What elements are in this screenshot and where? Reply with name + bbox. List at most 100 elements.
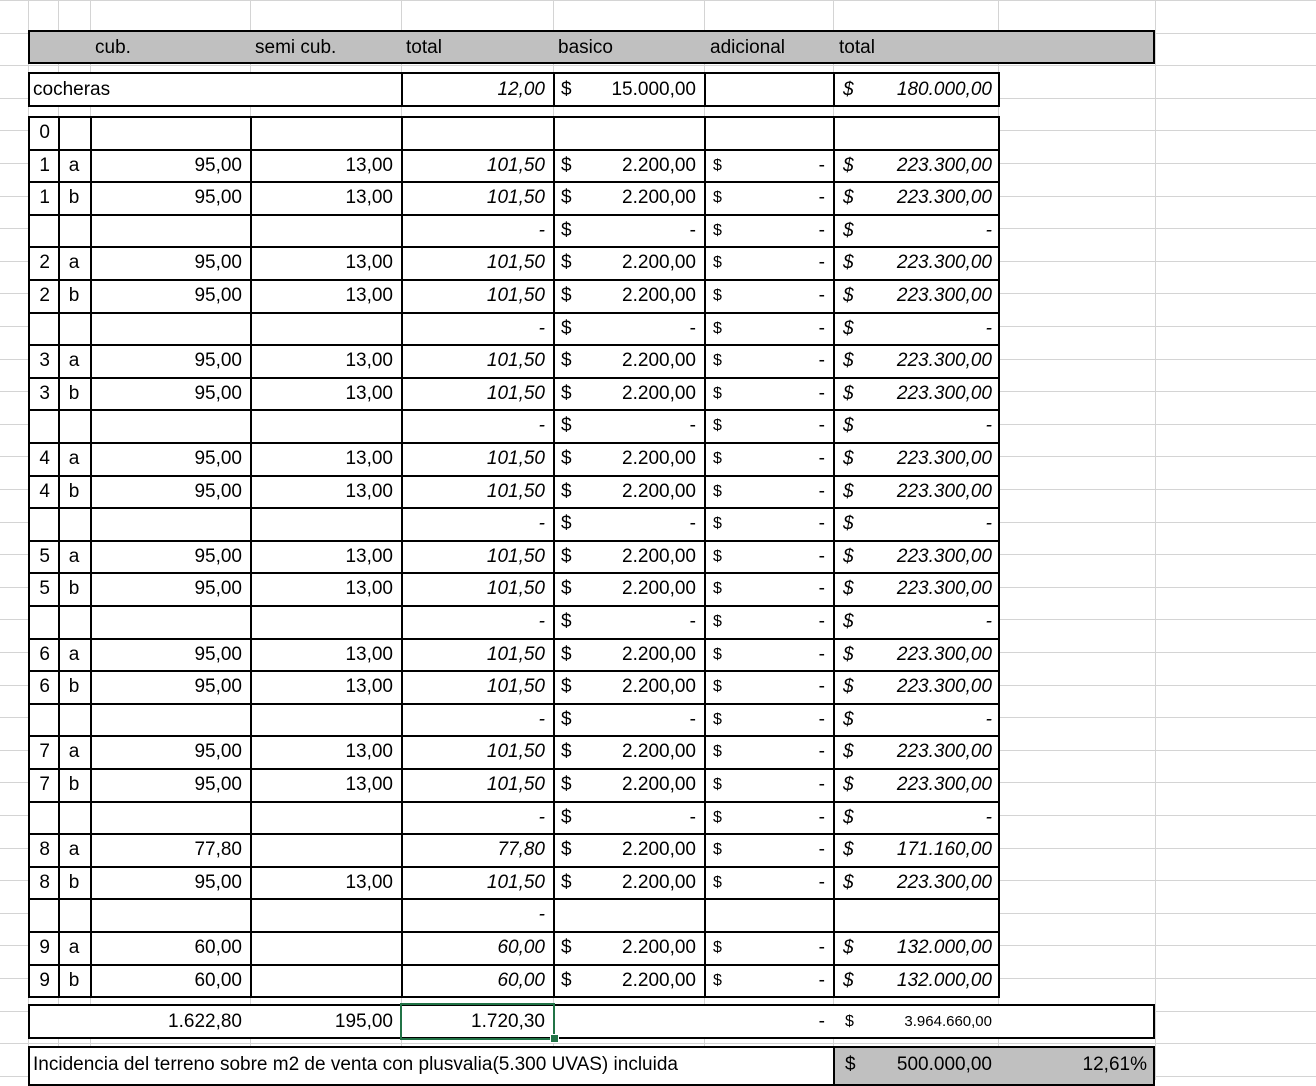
cell-cub[interactable] (90, 313, 250, 345)
cell-total[interactable]: 101,50 (401, 378, 553, 410)
cell-tot[interactable]: 132.000,00 (860, 965, 1000, 997)
cell-adic[interactable]: - (740, 671, 833, 703)
totals-total-value[interactable]: 3.964.660,00 (860, 1006, 1000, 1038)
cell-semi[interactable] (250, 410, 401, 442)
cell-semi[interactable] (250, 508, 401, 540)
cell-cub[interactable] (90, 802, 250, 834)
cell-basico[interactable]: 2.200,00 (580, 150, 704, 182)
cell-basico[interactable]: 2.200,00 (580, 834, 704, 866)
cell-semi[interactable]: 13,00 (250, 541, 401, 573)
cell-dpto[interactable]: a (58, 247, 90, 279)
cell-total[interactable]: 60,00 (401, 932, 553, 964)
cell-adic[interactable] (740, 117, 833, 149)
cell-cub[interactable]: 95,00 (90, 247, 250, 279)
cell-adic[interactable]: - (740, 345, 833, 377)
cell-piso[interactable]: 3 (28, 378, 58, 410)
cell-tot[interactable]: - (860, 606, 1000, 638)
cell-piso[interactable] (28, 410, 58, 442)
cell-semi[interactable] (250, 704, 401, 736)
cell-tot[interactable]: 223.300,00 (860, 378, 1000, 410)
cell-piso[interactable]: 8 (28, 867, 58, 899)
cell-dpto[interactable]: a (58, 639, 90, 671)
cell-basico[interactable] (580, 899, 704, 931)
cell-basico[interactable]: 2.200,00 (580, 247, 704, 279)
cell-total[interactable]: 101,50 (401, 639, 553, 671)
cell-adic[interactable]: - (740, 410, 833, 442)
header-total[interactable]: total (401, 32, 551, 64)
cell-piso[interactable]: 7 (28, 769, 58, 801)
cell-total[interactable] (401, 117, 553, 149)
cell-total[interactable]: - (401, 899, 553, 931)
cell-adic[interactable]: - (740, 313, 833, 345)
cell-piso[interactable]: 9 (28, 965, 58, 997)
cell-tot[interactable]: 223.300,00 (860, 671, 1000, 703)
cell-total[interactable]: - (401, 802, 553, 834)
cell-tot[interactable]: - (860, 802, 1000, 834)
cell-adic[interactable]: - (740, 247, 833, 279)
cell-piso[interactable]: 4 (28, 476, 58, 508)
cell-cub[interactable]: 95,00 (90, 182, 250, 214)
cell-cub[interactable] (90, 508, 250, 540)
cell-total[interactable]: 77,80 (401, 834, 553, 866)
cell-piso[interactable]: 5 (28, 541, 58, 573)
cell-cub[interactable]: 95,00 (90, 867, 250, 899)
cell-piso[interactable]: 5 (28, 573, 58, 605)
cell-tot[interactable]: 223.300,00 (860, 476, 1000, 508)
cell-semi[interactable] (250, 117, 401, 149)
cell-semi[interactable] (250, 834, 401, 866)
cell-tot[interactable]: - (860, 410, 1000, 442)
cell-semi[interactable]: 13,00 (250, 378, 401, 410)
cell-basico[interactable]: 2.200,00 (580, 769, 704, 801)
cell-semi[interactable] (250, 965, 401, 997)
cell-dpto[interactable]: a (58, 443, 90, 475)
cell-basico[interactable]: 2.200,00 (580, 639, 704, 671)
cocheras-total[interactable]: 12,00 (403, 74, 553, 106)
cell-semi[interactable]: 13,00 (250, 476, 401, 508)
cell-dpto[interactable] (58, 508, 90, 540)
cell-tot[interactable]: - (860, 704, 1000, 736)
cell-dpto[interactable]: b (58, 965, 90, 997)
cell-total[interactable]: 101,50 (401, 867, 553, 899)
cell-total[interactable]: 101,50 (401, 476, 553, 508)
cell-basico[interactable]: 2.200,00 (580, 182, 704, 214)
cell-tot[interactable]: 223.300,00 (860, 573, 1000, 605)
cell-dpto[interactable] (58, 802, 90, 834)
cell-dpto[interactable]: a (58, 736, 90, 768)
cell-piso[interactable]: 3 (28, 345, 58, 377)
cell-semi[interactable]: 13,00 (250, 345, 401, 377)
cell-cub[interactable]: 95,00 (90, 345, 250, 377)
totals-semi[interactable]: 195,00 (250, 1006, 401, 1038)
cell-semi[interactable]: 13,00 (250, 639, 401, 671)
cell-semi[interactable] (250, 606, 401, 638)
cell-piso[interactable]: 6 (28, 639, 58, 671)
cell-tot[interactable]: - (860, 508, 1000, 540)
cell-total[interactable]: - (401, 215, 553, 247)
cell-adic[interactable]: - (740, 834, 833, 866)
cell-cub[interactable]: 95,00 (90, 443, 250, 475)
cell-total[interactable]: 101,50 (401, 671, 553, 703)
cell-cub[interactable]: 95,00 (90, 671, 250, 703)
cell-basico[interactable]: 2.200,00 (580, 736, 704, 768)
cell-tot[interactable]: - (860, 215, 1000, 247)
cell-tot[interactable] (860, 117, 1000, 149)
cell-tot[interactable]: 223.300,00 (860, 345, 1000, 377)
cell-basico[interactable]: 2.200,00 (580, 280, 704, 312)
cell-tot[interactable]: 223.300,00 (860, 769, 1000, 801)
cell-cub[interactable]: 95,00 (90, 378, 250, 410)
cell-tot[interactable]: 223.300,00 (860, 182, 1000, 214)
cell-tot[interactable]: - (860, 313, 1000, 345)
cell-piso[interactable]: 8 (28, 834, 58, 866)
cell-adic[interactable]: - (740, 182, 833, 214)
cell-cub[interactable]: 95,00 (90, 280, 250, 312)
cell-total[interactable]: 60,00 (401, 965, 553, 997)
cell-cub[interactable] (90, 606, 250, 638)
cell-adic[interactable]: - (740, 932, 833, 964)
cell-semi[interactable]: 13,00 (250, 573, 401, 605)
cell-piso[interactable]: 4 (28, 443, 58, 475)
cell-total[interactable]: 101,50 (401, 345, 553, 377)
cell-basico[interactable]: 2.200,00 (580, 671, 704, 703)
cell-basico[interactable]: - (580, 606, 704, 638)
cell-adic[interactable] (740, 899, 833, 931)
cell-semi[interactable] (250, 899, 401, 931)
cell-piso[interactable]: 6 (28, 671, 58, 703)
